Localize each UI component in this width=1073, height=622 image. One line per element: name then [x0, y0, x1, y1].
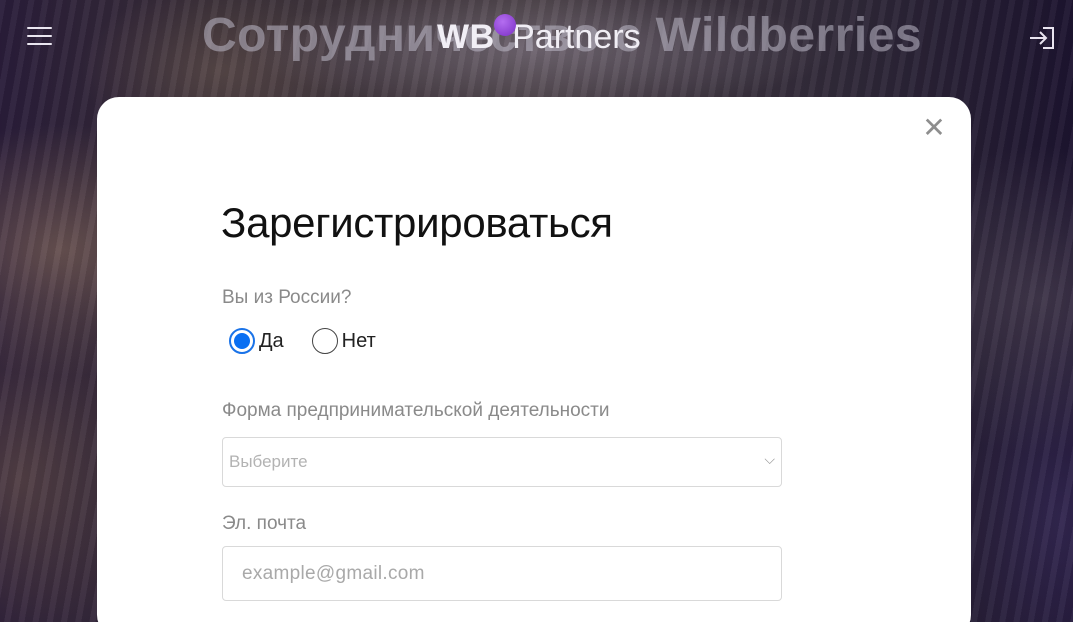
login-icon[interactable] — [1028, 25, 1056, 51]
business-form-select[interactable]: Выберите ⌵ — [222, 437, 782, 487]
modal-title: Зарегистрироваться — [221, 199, 613, 246]
business-form-value: Выберите — [229, 452, 308, 471]
radio-yes[interactable]: Да — [229, 328, 284, 354]
chevron-down-icon: ⌵ — [764, 452, 775, 468]
logo[interactable]: WB Partners — [437, 14, 641, 58]
logo-wb: WB — [437, 18, 495, 56]
russia-radio-group: Да Нет — [229, 328, 404, 354]
business-form-label: Форма предпринимательской деятельности — [222, 400, 610, 421]
radio-yes-label: Да — [259, 329, 284, 352]
radio-no-label: Нет — [341, 329, 376, 352]
radio-yes-circle[interactable] — [229, 328, 255, 354]
logo-partners: Partners — [512, 18, 641, 56]
russia-question-label: Вы из России? — [222, 287, 352, 308]
email-input[interactable] — [222, 546, 782, 601]
hamburger-menu-icon[interactable] — [27, 27, 52, 47]
email-label: Эл. почта — [222, 513, 307, 534]
registration-modal: ✕ Зарегистрироваться Вы из России? Да Не… — [97, 97, 971, 622]
radio-no-circle[interactable] — [311, 328, 338, 354]
logo-dot-icon — [494, 14, 516, 36]
close-icon[interactable]: ✕ — [921, 114, 947, 142]
radio-no[interactable]: Нет — [311, 328, 376, 354]
